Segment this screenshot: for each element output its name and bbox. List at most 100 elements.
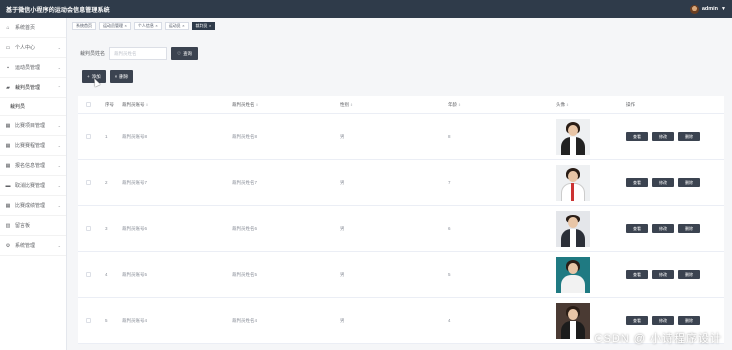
close-icon[interactable]: × <box>125 23 127 29</box>
avatar-photo[interactable] <box>556 118 590 155</box>
header-label: 年龄 <box>448 101 457 107</box>
chart-icon: ▥ <box>5 222 11 229</box>
chevron-down-icon: ⌄ <box>57 203 61 208</box>
top-bar: 基于微信小程序的运动会信息管理系统 admin ▼ <box>0 0 732 18</box>
edit-button[interactable]: 修改 <box>652 316 674 325</box>
view-button[interactable]: 查看 <box>626 132 648 141</box>
cell-age: 8 <box>448 134 451 139</box>
tab-profile[interactable]: 个人信息 × <box>133 22 162 30</box>
sort-icon[interactable]: ⇕ <box>350 103 353 107</box>
user-menu[interactable]: admin ▼ <box>689 4 726 14</box>
search-button[interactable]: ♡ 查询 <box>171 47 199 60</box>
sidebar-item-label: 裁判员管理 <box>15 85 41 91</box>
delete-row-button[interactable]: 删除 <box>678 132 700 141</box>
user-icon: ▭ <box>5 44 11 51</box>
view-button[interactable]: 查看 <box>626 224 648 233</box>
row-checkbox[interactable] <box>86 317 91 323</box>
sidebar-item-label: 比赛项目管理 <box>15 123 46 129</box>
tab-athletes[interactable]: 运动员管理 × <box>99 22 131 30</box>
sidebar-item-events[interactable]: ▦ 比赛项目管理 ⌄ <box>0 116 66 136</box>
table-row[interactable]: 3 裁判员账号6 裁判员姓名6 男 6 查看 修改 删除 <box>78 206 724 252</box>
sidebar-item-registration[interactable]: ▦ 报名信息管理 ⌄ <box>0 156 66 176</box>
avatar-photo[interactable] <box>556 210 590 247</box>
sidebar-item-system[interactable]: ⚙ 系统管理 ⌄ <box>0 236 66 256</box>
sidebar-item-schedule[interactable]: ▦ 比赛赛程管理 ⌄ <box>0 136 66 156</box>
sidebar-item-athletes[interactable]: ▪ 运动员管理 ⌄ <box>0 58 66 78</box>
sort-icon[interactable]: ⇕ <box>146 103 149 107</box>
cell-index: 5 <box>105 318 108 323</box>
table-row[interactable]: 1 裁判员账号8 裁判员姓名8 男 8 查看 修改 删除 <box>78 114 724 160</box>
table-row[interactable]: 4 裁判员账号5 裁判员姓名5 男 5 查看 修改 删除 <box>78 252 724 298</box>
chevron-down-icon: ⌄ <box>57 45 61 50</box>
edit-button[interactable]: 修改 <box>652 270 674 279</box>
sidebar-item-label: 系统首页 <box>15 25 36 31</box>
cell-account: 裁判员账号4 <box>122 317 148 323</box>
watermark: CSDN @ 小诗程序设计 <box>594 333 722 345</box>
sidebar-item-home[interactable]: ⌂ 系统首页 <box>0 18 66 38</box>
delete-row-button[interactable]: 删除 <box>678 270 700 279</box>
delete-row-button[interactable]: 删除 <box>678 178 700 187</box>
view-button[interactable]: 查看 <box>626 270 648 279</box>
header-sex[interactable]: 性别⇕ <box>340 102 448 108</box>
close-icon[interactable]: × <box>182 23 184 29</box>
view-button[interactable]: 查看 <box>626 178 648 187</box>
row-checkbox[interactable] <box>86 133 91 139</box>
delete-button[interactable]: × 删除 <box>109 70 134 83</box>
cell-age: 7 <box>448 180 451 185</box>
grid-icon: ▦ <box>5 162 11 169</box>
view-button[interactable]: 查看 <box>626 316 648 325</box>
avatar[interactable] <box>689 4 699 14</box>
sidebar-item-results[interactable]: ▦ 比赛成绩管理 ⌄ <box>0 196 66 216</box>
sidebar-item-label: 留言板 <box>15 223 31 229</box>
edit-button[interactable]: 修改 <box>652 132 674 141</box>
search-input[interactable] <box>109 47 168 60</box>
tab-referee[interactable]: 裁判员 × <box>191 22 216 30</box>
header-account[interactable]: 裁判员账号⇕ <box>122 102 232 108</box>
header-label: 裁判员账号 <box>122 101 145 107</box>
sort-icon[interactable]: ⇕ <box>256 103 259 107</box>
row-checkbox[interactable] <box>86 225 91 231</box>
sort-icon[interactable]: ⇕ <box>566 103 569 107</box>
sidebar-item-referees[interactable]: ▰ 裁判员管理 ⌃ <box>0 78 66 98</box>
delete-button-label: 删除 <box>119 73 129 79</box>
select-all-checkbox[interactable] <box>86 101 91 107</box>
delete-row-button[interactable]: 删除 <box>678 224 700 233</box>
tab-home[interactable]: 系统首页 <box>72 22 96 30</box>
sidebar-item-profile[interactable]: ▭ 个人中心 ⌄ <box>0 38 66 58</box>
row-checkbox[interactable] <box>86 271 91 277</box>
tab-athlete[interactable]: 运动员 × <box>164 22 189 30</box>
chevron-up-icon: ⌃ <box>57 85 61 90</box>
cell-age: 6 <box>448 226 451 231</box>
table-row[interactable]: 2 裁判员账号7 裁判员姓名7 男 7 查看 修改 删除 <box>78 160 724 206</box>
app-title: 基于微信小程序的运动会信息管理系统 <box>6 7 110 14</box>
header-name[interactable]: 裁判员姓名⇕ <box>232 102 340 108</box>
cell-sex: 男 <box>340 271 345 277</box>
header-label: 性别 <box>340 101 349 107</box>
grid-icon: ▦ <box>5 122 11 129</box>
tab-bar: 系统首页 运动员管理 × 个人信息 × 运动员 × 裁判员 × <box>72 22 216 30</box>
edit-button[interactable]: 修改 <box>652 178 674 187</box>
row-checkbox[interactable] <box>86 179 91 185</box>
avatar-photo[interactable] <box>556 164 590 201</box>
delete-row-button[interactable]: 删除 <box>678 316 700 325</box>
edit-button[interactable]: 修改 <box>652 224 674 233</box>
referee-table: 序号 裁判员账号⇕ 裁判员姓名⇕ 性别⇕ 年龄⇕ 头像⇕ 操作 1 裁判员账号8… <box>78 96 724 344</box>
close-icon[interactable]: × <box>155 23 157 29</box>
sidebar-item-label: 个人中心 <box>15 45 36 51</box>
sidebar-item-guestbook[interactable]: ▥ 留言板 <box>0 216 66 236</box>
sort-icon[interactable]: ⇕ <box>458 103 461 107</box>
cell-name: 裁判员姓名4 <box>232 317 258 323</box>
cell-sex: 男 <box>340 317 345 323</box>
cell-account: 裁判员账号5 <box>122 271 148 277</box>
grid-icon: ▦ <box>5 202 11 209</box>
header-age[interactable]: 年龄⇕ <box>448 102 556 108</box>
sidebar-item-cancel[interactable]: ▬ 取消比赛管理 ⌄ <box>0 176 66 196</box>
avatar-photo[interactable] <box>556 302 590 339</box>
close-icon[interactable]: × <box>209 23 211 29</box>
avatar-photo[interactable] <box>556 256 590 293</box>
chevron-down-icon[interactable]: ▼ <box>721 6 726 12</box>
username[interactable]: admin <box>702 6 718 12</box>
header-photo[interactable]: 头像⇕ <box>556 102 626 108</box>
chevron-down-icon: ⌄ <box>57 243 61 248</box>
sidebar-subitem-referee[interactable]: 裁判员 <box>0 98 66 116</box>
